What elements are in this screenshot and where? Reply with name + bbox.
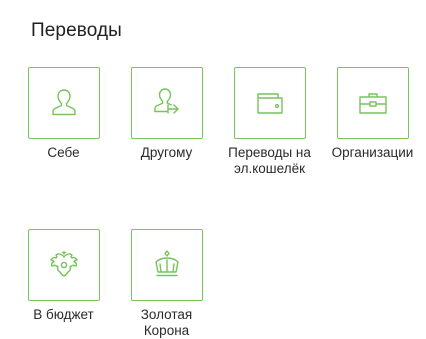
transfer-organization-button[interactable] bbox=[336, 67, 409, 139]
briefcase-icon bbox=[358, 93, 387, 114]
wallet-icon bbox=[256, 93, 283, 114]
section-title: Переводы bbox=[31, 20, 122, 41]
transfer-budget-button[interactable] bbox=[27, 229, 100, 301]
person-transfer-icon bbox=[153, 88, 179, 114]
transfer-organization-tile[interactable]: Организации bbox=[320, 67, 425, 161]
tile-label: Переводы на эл.кошелёк bbox=[228, 145, 311, 176]
tile-label: Организации bbox=[331, 145, 414, 160]
tile-label: Золотая Корона bbox=[140, 307, 193, 338]
crown-icon bbox=[154, 250, 179, 277]
tile-label: Себе bbox=[47, 145, 80, 160]
transfer-zolotaya-korona-button[interactable] bbox=[130, 229, 203, 301]
transfer-zolotaya-korona-tile[interactable]: Золотая Корона bbox=[114, 229, 219, 339]
transfer-other-button[interactable] bbox=[130, 67, 203, 139]
transfer-wallet-tile[interactable]: Переводы на эл.кошелёк bbox=[217, 67, 322, 177]
transfer-self-button[interactable] bbox=[27, 67, 100, 139]
person-icon bbox=[51, 89, 76, 116]
transfer-budget-tile[interactable]: В бюджет bbox=[11, 229, 116, 323]
double-headed-eagle-icon bbox=[49, 251, 78, 277]
tile-label: В бюджет bbox=[33, 307, 94, 322]
transfer-self-tile[interactable]: Себе bbox=[11, 67, 116, 161]
transfer-other-tile[interactable]: Другому bbox=[114, 67, 219, 161]
transfer-wallet-button[interactable] bbox=[233, 67, 306, 139]
tile-label: Другому bbox=[140, 145, 193, 160]
